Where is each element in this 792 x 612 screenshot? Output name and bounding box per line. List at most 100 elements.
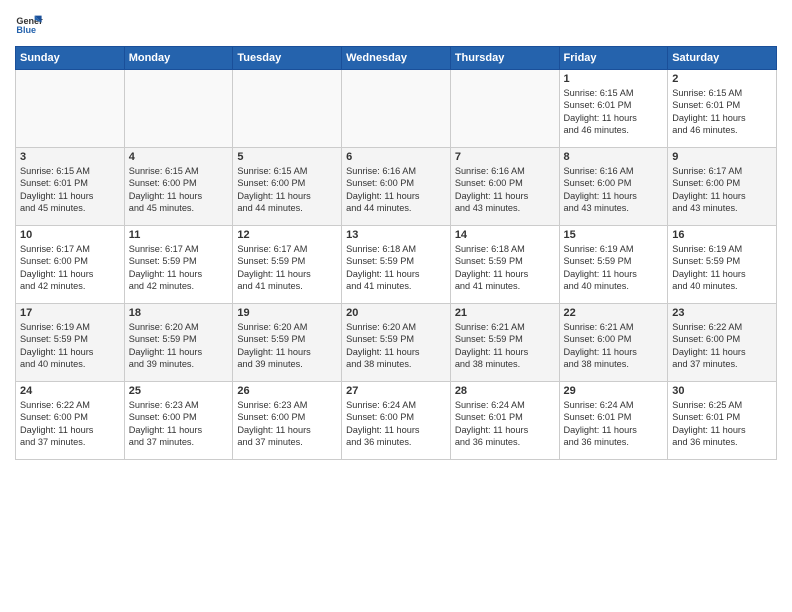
day-info: Sunrise: 6:18 AMSunset: 5:59 PMDaylight:… bbox=[455, 243, 555, 293]
day-number: 21 bbox=[455, 307, 555, 319]
calendar-cell: 2Sunrise: 6:15 AMSunset: 6:01 PMDaylight… bbox=[668, 70, 777, 148]
day-number: 8 bbox=[564, 151, 664, 163]
calendar-cell: 19 Sunrise: 6:20 AMSunset: 5:59 PMDayligh… bbox=[233, 304, 342, 382]
day-info: Sunrise: 6:22 AMSunset: 6:00 PMDaylight:… bbox=[672, 321, 772, 371]
calendar-cell: 12 Sunrise: 6:17 AMSunset: 5:59 PMDayligh… bbox=[233, 226, 342, 304]
day-info: Sunrise: 6:21 AMSunset: 6:00 PMDaylight:… bbox=[564, 321, 664, 371]
calendar-cell bbox=[124, 70, 233, 148]
day-info: Sunrise: 6:19 AMSunset: 5:59 PMDaylight:… bbox=[20, 321, 120, 371]
day-number: 27 bbox=[346, 385, 446, 397]
calendar-cell: 13Sunrise: 6:18 AMSunset: 5:59 PMDayligh… bbox=[342, 226, 451, 304]
calendar-week-row: 10 Sunrise: 6:17 AMSunset: 6:00 PMDayligh… bbox=[16, 226, 777, 304]
day-info: Sunrise: 6:17 AMSunset: 5:59 PMDaylight:… bbox=[237, 243, 337, 293]
weekday-header-row: SundayMondayTuesdayWednesdayThursdayFrid… bbox=[16, 47, 777, 70]
day-number: 17 bbox=[20, 307, 120, 319]
day-number: 30 bbox=[672, 385, 772, 397]
day-info: Sunrise: 6:24 AMSunset: 6:01 PMDaylight:… bbox=[455, 399, 555, 449]
calendar-cell bbox=[450, 70, 559, 148]
calendar-cell: 24 Sunrise: 6:22 AMSunset: 6:00 PMDayligh… bbox=[16, 382, 125, 460]
day-number: 15 bbox=[564, 229, 664, 241]
calendar-cell: 9 Sunrise: 6:17 AMSunset: 6:00 PMDaylight… bbox=[668, 148, 777, 226]
day-info: Sunrise: 6:23 AMSunset: 6:00 PMDaylight:… bbox=[129, 399, 229, 449]
day-info: Sunrise: 6:17 AMSunset: 6:00 PMDaylight:… bbox=[20, 243, 120, 293]
svg-text:Blue: Blue bbox=[16, 25, 36, 35]
weekday-header-wednesday: Wednesday bbox=[342, 47, 451, 70]
calendar-cell: 14 Sunrise: 6:18 AMSunset: 5:59 PMDayligh… bbox=[450, 226, 559, 304]
day-info: Sunrise: 6:15 AMSunset: 6:00 PMDaylight:… bbox=[129, 165, 229, 215]
calendar-cell: 15 Sunrise: 6:19 AMSunset: 5:59 PMDayligh… bbox=[559, 226, 668, 304]
calendar-cell: 5 Sunrise: 6:15 AMSunset: 6:00 PMDaylight… bbox=[233, 148, 342, 226]
day-number: 6 bbox=[346, 151, 446, 163]
day-info: Sunrise: 6:19 AMSunset: 5:59 PMDaylight:… bbox=[564, 243, 664, 293]
weekday-header-friday: Friday bbox=[559, 47, 668, 70]
calendar-cell bbox=[233, 70, 342, 148]
day-number: 16 bbox=[672, 229, 772, 241]
day-info: Sunrise: 6:15 AMSunset: 6:01 PMDaylight:… bbox=[20, 165, 120, 215]
calendar-cell: 21 Sunrise: 6:21 AMSunset: 5:59 PMDayligh… bbox=[450, 304, 559, 382]
weekday-header-thursday: Thursday bbox=[450, 47, 559, 70]
calendar-cell: 26Sunrise: 6:23 AMSunset: 6:00 PMDayligh… bbox=[233, 382, 342, 460]
calendar-cell: 20Sunrise: 6:20 AMSunset: 5:59 PMDayligh… bbox=[342, 304, 451, 382]
day-number: 2 bbox=[672, 73, 772, 85]
day-number: 3 bbox=[20, 151, 120, 163]
day-info: Sunrise: 6:20 AMSunset: 5:59 PMDaylight:… bbox=[237, 321, 337, 371]
calendar-week-row: 3 Sunrise: 6:15 AMSunset: 6:01 PMDaylight… bbox=[16, 148, 777, 226]
day-number: 18 bbox=[129, 307, 229, 319]
calendar-cell: 22 Sunrise: 6:21 AMSunset: 6:00 PMDayligh… bbox=[559, 304, 668, 382]
day-info: Sunrise: 6:15 AMSunset: 6:00 PMDaylight:… bbox=[237, 165, 337, 215]
day-info: Sunrise: 6:17 AMSunset: 6:00 PMDaylight:… bbox=[672, 165, 772, 215]
day-number: 5 bbox=[237, 151, 337, 163]
weekday-header-tuesday: Tuesday bbox=[233, 47, 342, 70]
day-number: 25 bbox=[129, 385, 229, 397]
calendar-cell: 16 Sunrise: 6:19 AMSunset: 5:59 PMDayligh… bbox=[668, 226, 777, 304]
day-info: Sunrise: 6:23 AMSunset: 6:00 PMDaylight:… bbox=[237, 399, 337, 449]
day-number: 11 bbox=[129, 229, 229, 241]
day-number: 23 bbox=[672, 307, 772, 319]
day-number: 10 bbox=[20, 229, 120, 241]
day-number: 28 bbox=[455, 385, 555, 397]
calendar-cell bbox=[342, 70, 451, 148]
calendar-cell: 25 Sunrise: 6:23 AMSunset: 6:00 PMDayligh… bbox=[124, 382, 233, 460]
day-info: Sunrise: 6:25 AMSunset: 6:01 PMDaylight:… bbox=[672, 399, 772, 449]
weekday-header-saturday: Saturday bbox=[668, 47, 777, 70]
day-info: Sunrise: 6:24 AMSunset: 6:01 PMDaylight:… bbox=[564, 399, 664, 449]
day-number: 19 bbox=[237, 307, 337, 319]
calendar-cell: 10 Sunrise: 6:17 AMSunset: 6:00 PMDayligh… bbox=[16, 226, 125, 304]
day-info: Sunrise: 6:20 AMSunset: 5:59 PMDaylight:… bbox=[346, 321, 446, 371]
day-info: Sunrise: 6:19 AMSunset: 5:59 PMDaylight:… bbox=[672, 243, 772, 293]
day-info: Sunrise: 6:21 AMSunset: 5:59 PMDaylight:… bbox=[455, 321, 555, 371]
day-number: 1 bbox=[564, 73, 664, 85]
day-info: Sunrise: 6:17 AMSunset: 5:59 PMDaylight:… bbox=[129, 243, 229, 293]
calendar-cell: 6 Sunrise: 6:16 AMSunset: 6:00 PMDaylight… bbox=[342, 148, 451, 226]
day-number: 29 bbox=[564, 385, 664, 397]
day-number: 4 bbox=[129, 151, 229, 163]
day-number: 9 bbox=[672, 151, 772, 163]
calendar-week-row: 17 Sunrise: 6:19 AMSunset: 5:59 PMDayligh… bbox=[16, 304, 777, 382]
day-info: Sunrise: 6:15 AMSunset: 6:01 PMDaylight:… bbox=[564, 87, 664, 137]
calendar-cell: 17 Sunrise: 6:19 AMSunset: 5:59 PMDayligh… bbox=[16, 304, 125, 382]
day-info: Sunrise: 6:22 AMSunset: 6:00 PMDaylight:… bbox=[20, 399, 120, 449]
day-number: 14 bbox=[455, 229, 555, 241]
page-header: General Blue bbox=[15, 10, 777, 38]
day-info: Sunrise: 6:16 AMSunset: 6:00 PMDaylight:… bbox=[455, 165, 555, 215]
calendar-cell bbox=[16, 70, 125, 148]
weekday-header-monday: Monday bbox=[124, 47, 233, 70]
logo-icon: General Blue bbox=[15, 10, 43, 38]
calendar-cell: 18Sunrise: 6:20 AMSunset: 5:59 PMDayligh… bbox=[124, 304, 233, 382]
day-number: 7 bbox=[455, 151, 555, 163]
day-number: 24 bbox=[20, 385, 120, 397]
calendar-cell: 3 Sunrise: 6:15 AMSunset: 6:01 PMDaylight… bbox=[16, 148, 125, 226]
calendar-cell: 29 Sunrise: 6:24 AMSunset: 6:01 PMDayligh… bbox=[559, 382, 668, 460]
day-info: Sunrise: 6:16 AMSunset: 6:00 PMDaylight:… bbox=[346, 165, 446, 215]
calendar-cell: 28 Sunrise: 6:24 AMSunset: 6:01 PMDayligh… bbox=[450, 382, 559, 460]
calendar-cell: 23 Sunrise: 6:22 AMSunset: 6:00 PMDayligh… bbox=[668, 304, 777, 382]
calendar-cell: 7 Sunrise: 6:16 AMSunset: 6:00 PMDaylight… bbox=[450, 148, 559, 226]
day-info: Sunrise: 6:24 AMSunset: 6:00 PMDaylight:… bbox=[346, 399, 446, 449]
calendar-week-row: 1 Sunrise: 6:15 AMSunset: 6:01 PMDaylight… bbox=[16, 70, 777, 148]
calendar-cell: 11 Sunrise: 6:17 AMSunset: 5:59 PMDayligh… bbox=[124, 226, 233, 304]
day-number: 22 bbox=[564, 307, 664, 319]
day-number: 12 bbox=[237, 229, 337, 241]
calendar-cell: 1 Sunrise: 6:15 AMSunset: 6:01 PMDaylight… bbox=[559, 70, 668, 148]
calendar-cell: 30 Sunrise: 6:25 AMSunset: 6:01 PMDayligh… bbox=[668, 382, 777, 460]
day-info: Sunrise: 6:18 AMSunset: 5:59 PMDaylight:… bbox=[346, 243, 446, 293]
